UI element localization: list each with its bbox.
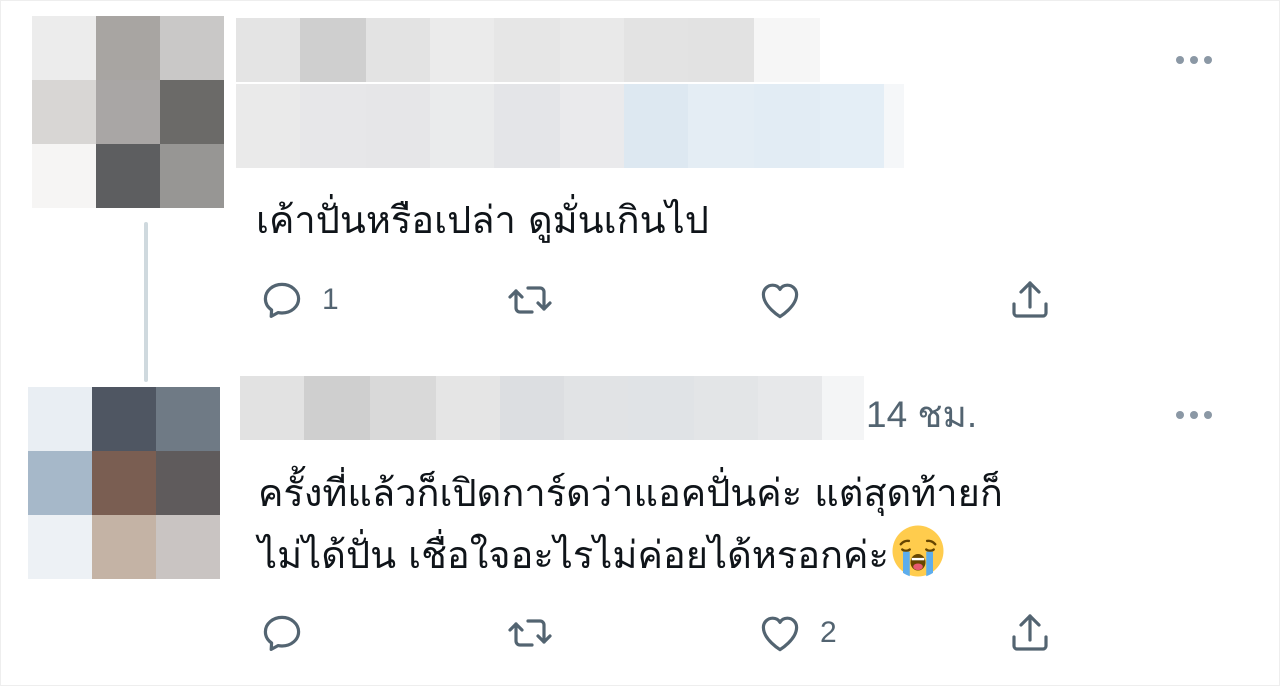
share-upload-icon: [1012, 281, 1048, 318]
more-horizontal-icon: [1176, 411, 1184, 419]
author-name-redacted: [236, 18, 820, 82]
tweet-text-line-1: ครั้งที่แล้วก็เปิดการ์ดว่าแอคปั่นค่ะ แต่…: [258, 471, 1003, 515]
author-handle-redacted: [236, 84, 968, 168]
share-button[interactable]: [1006, 603, 1054, 663]
retweet-arrows-icon: [508, 619, 552, 647]
retweet-arrows-icon: [508, 286, 552, 314]
reply-count: 1: [322, 283, 339, 316]
avatar[interactable]: [28, 387, 220, 579]
reply-bubble-icon: [263, 615, 301, 651]
more-options-button[interactable]: [1176, 411, 1212, 419]
heart-icon: [761, 283, 799, 319]
tweet-text-line-2: ไม่ได้ปั่น เชื่อใจอะไรไม่ค่อยได้หรอกค่ะ: [258, 524, 1003, 586]
share-upload-icon: [1012, 614, 1048, 651]
tweet-timestamp[interactable]: 14 ชม.: [866, 396, 977, 433]
reply-button[interactable]: 1: [258, 270, 339, 330]
retweet-button[interactable]: [506, 603, 570, 663]
action-bar: 2: [0, 603, 1280, 663]
loudly-crying-face-emoji: [892, 525, 944, 577]
more-options-button[interactable]: [1176, 56, 1212, 64]
more-horizontal-icon: [1176, 56, 1184, 64]
share-button[interactable]: [1006, 270, 1054, 330]
avatar[interactable]: [32, 16, 224, 208]
tweet-text: ครั้งที่แล้วก็เปิดการ์ดว่าแอคปั่นค่ะ แต่…: [258, 462, 1003, 586]
reply-bubble-icon: [263, 282, 301, 318]
like-count: 2: [820, 616, 837, 649]
action-bar: 1: [0, 270, 1280, 330]
retweet-button[interactable]: [506, 270, 570, 330]
like-button[interactable]: 2: [756, 603, 837, 663]
tweet-text: เค้าปั่นหรือเปล่า ดูมั่นเกินไป: [256, 198, 709, 242]
heart-icon: [761, 616, 799, 652]
tweet-text-line-2-text: ไม่ได้ปั่น เชื่อใจอะไรไม่ค่อยได้หรอกค่ะ: [258, 533, 889, 577]
reply-button[interactable]: [258, 603, 322, 663]
like-button[interactable]: [756, 270, 820, 330]
author-name-redacted: [240, 376, 864, 440]
